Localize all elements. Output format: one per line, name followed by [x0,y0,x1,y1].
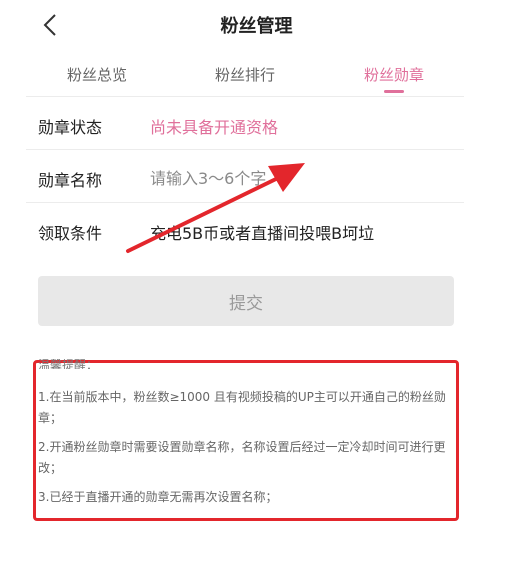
tab-bar: 粉丝总览 粉丝排行 粉丝勋章 [0,50,513,96]
notice-title: 温馨提醒： [38,359,99,369]
notice-item: 3.已经于直播开通的勋章无需再次设置名称； [38,490,278,504]
header: 粉丝管理 [0,0,513,50]
status-value: 尚未具备开通资格 [150,118,279,137]
tab-fan-overview[interactable]: 粉丝总览 [37,64,157,85]
submit-button[interactable]: 提交 [38,276,454,326]
tab-fan-ranking[interactable]: 粉丝排行 [185,64,305,85]
status-label: 勋章状态 [38,118,103,137]
condition-value: 充电5B币或者直播间投喂B坷垃 [150,224,375,243]
tab-fan-medal[interactable]: 粉丝勋章 [334,64,454,85]
condition-label: 领取条件 [38,224,103,243]
medal-name-input[interactable] [150,165,450,191]
divider [26,202,464,203]
active-tab-indicator [384,90,404,93]
divider [26,149,464,150]
medal-name-label: 勋章名称 [38,171,103,190]
notice-item: 2.开通粉丝勋章时需要设置勋章名称，名称设置后经过一定冷却时间可进行更改； [38,440,446,475]
notice-item: 1.在当前版本中，粉丝数≥1000 且有视频投稿的UP主可以开通自己的粉丝勋章； [38,390,446,425]
page-title: 粉丝管理 [220,16,293,37]
divider [26,96,464,97]
